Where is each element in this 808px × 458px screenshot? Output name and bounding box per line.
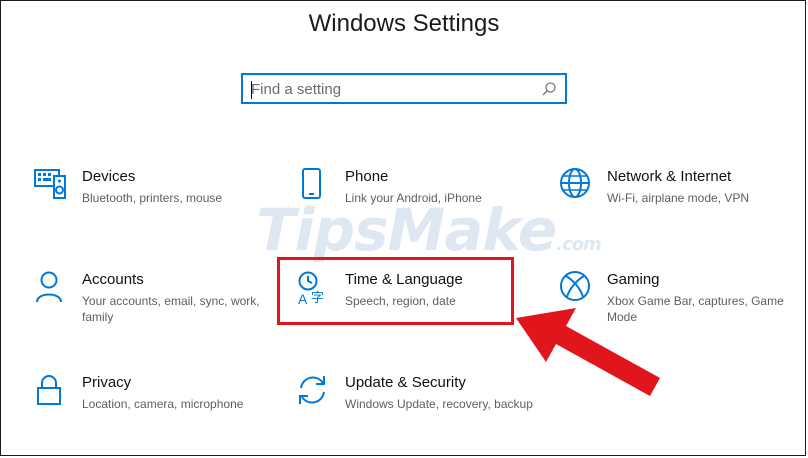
phone-icon xyxy=(302,168,321,199)
search-box[interactable] xyxy=(241,73,567,104)
tile-label: Gaming xyxy=(607,271,660,288)
sync-arrows-icon xyxy=(299,376,325,404)
lock-icon xyxy=(37,375,61,405)
tile-label: Privacy xyxy=(82,374,132,391)
tile-label: Devices xyxy=(82,168,136,185)
tile-network-internet[interactable]: Network & Internet Wi-Fi, airplane mode,… xyxy=(559,168,799,238)
globe-icon xyxy=(560,168,590,198)
tile-label: Phone xyxy=(345,168,389,185)
person-icon xyxy=(36,271,62,303)
tile-accounts[interactable]: Accounts Your accounts, email, sync, wor… xyxy=(34,271,274,341)
tile-description: Wi-Fi, airplane mode, VPN xyxy=(607,191,750,205)
highlight-box xyxy=(277,257,514,325)
tile-description: Your accounts, email, sync, work, family xyxy=(82,294,260,324)
tile-label: Network & Internet xyxy=(607,168,732,185)
tile-label: Accounts xyxy=(82,271,144,288)
text-caret xyxy=(251,81,252,99)
keyboard-speaker-icon xyxy=(34,169,66,199)
search-input[interactable] xyxy=(251,79,531,99)
search-icon[interactable] xyxy=(541,81,557,97)
tile-privacy[interactable]: Privacy Location, camera, microphone xyxy=(34,374,274,444)
tile-description: Location, camera, microphone xyxy=(82,397,244,411)
tile-label: Update & Security xyxy=(345,374,466,391)
tile-devices[interactable]: Devices Bluetooth, printers, mouse xyxy=(34,168,274,238)
tile-phone[interactable]: Phone Link your Android, iPhone xyxy=(297,168,537,238)
page-title: Windows Settings xyxy=(308,10,500,37)
red-arrow-annotation xyxy=(516,308,660,396)
tile-description: Link your Android, iPhone xyxy=(345,191,482,205)
tile-description: Bluetooth, printers, mouse xyxy=(82,191,223,205)
tile-update-security[interactable]: Update & Security Windows Update, recove… xyxy=(297,374,537,444)
